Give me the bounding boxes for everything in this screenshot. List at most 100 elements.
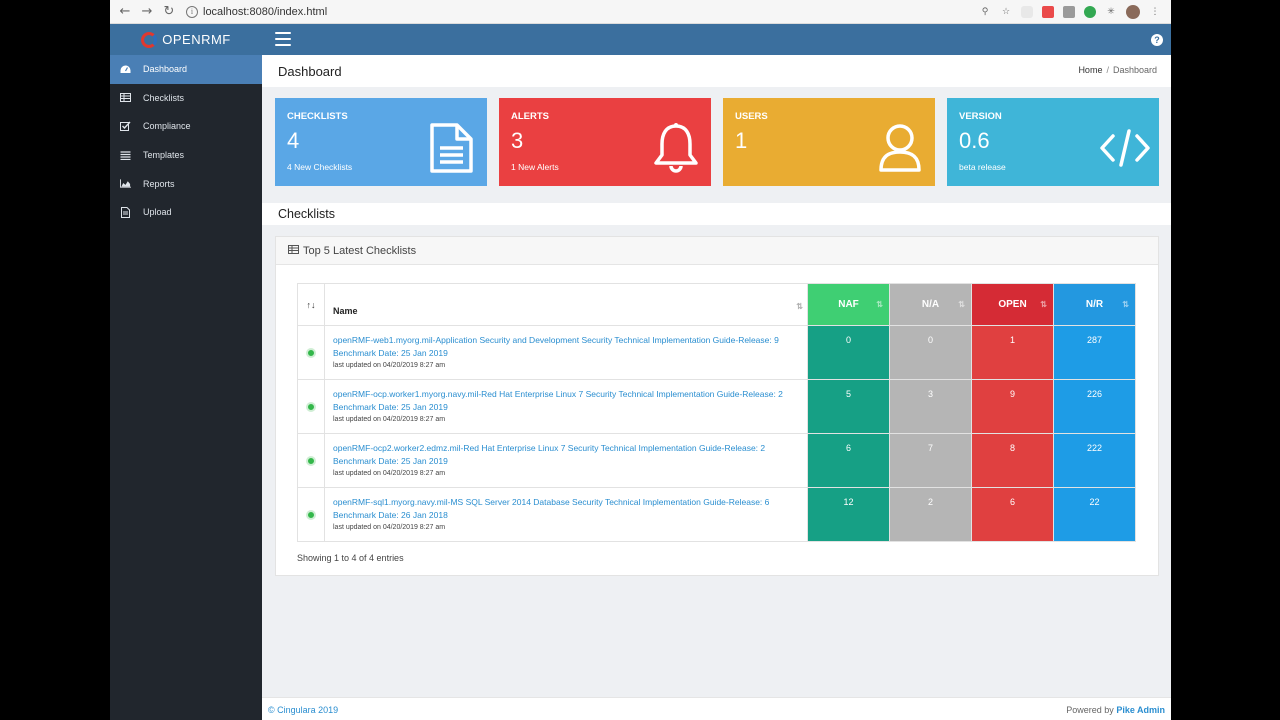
alerts-card[interactable]: ALERTS 3 1 New Alerts [499, 98, 711, 186]
naf-column-header[interactable]: NAF ⇅ [807, 283, 890, 326]
check-square-icon [120, 121, 131, 132]
sidebar-item-templates[interactable]: Templates [110, 141, 262, 170]
sort-icon[interactable]: ⇅ [1040, 300, 1047, 309]
section-header: Checklists [262, 203, 1171, 225]
sort-icon[interactable]: ⇅ [876, 300, 883, 309]
sidebar-item-checklists[interactable]: Checklists [110, 84, 262, 113]
main-content: Dashboard Home / Dashboard CHECKLISTS 4 4 … [262, 55, 1171, 720]
extension-icon[interactable] [1042, 5, 1054, 18]
nr-cell: 222 [1053, 433, 1136, 488]
table-row: openRMF-web1.myorg.mil-Application Secur… [297, 325, 1136, 380]
star-icon[interactable]: ☆ [1000, 6, 1012, 18]
brand-name: OPENRMF [162, 32, 231, 47]
column-label: N/A [921, 299, 940, 310]
expand-cell [297, 379, 325, 434]
app-logo[interactable]: OPENRMF [110, 24, 262, 55]
na-column-header[interactable]: N/A ⇅ [889, 283, 972, 326]
sidebar-item-label: Checklists [143, 92, 185, 103]
page-title: Dashboard [278, 64, 342, 79]
footer: © Cingulara 2019 Powered by Pike Admin [262, 697, 1171, 720]
info-icon[interactable]: i [186, 5, 198, 18]
sidebar-item-reports[interactable]: Reports [110, 169, 262, 198]
pike-admin-link[interactable]: Pike Admin [1116, 705, 1165, 715]
expand-row-icon[interactable] [306, 509, 316, 520]
menu-toggle-icon[interactable] [275, 32, 291, 46]
checklist-link[interactable]: openRMF-web1.myorg.mil-Application Secur… [333, 334, 807, 360]
sort-icon[interactable]: ⇅ [796, 302, 803, 311]
avatar[interactable] [1126, 4, 1140, 19]
sort-column-header[interactable]: ↑↓ [297, 283, 325, 326]
name-column-header[interactable]: Name ⇅ [324, 283, 808, 326]
open-cell: 1 [971, 325, 1054, 380]
version-card[interactable]: VERSION 0.6 beta release [947, 98, 1159, 186]
panel-title: Top 5 Latest Checklists [303, 244, 417, 257]
name-cell: openRMF-ocp2.worker2.edmz.mil-Red Hat En… [324, 433, 808, 488]
menu-icon[interactable]: ⋮ [1149, 6, 1161, 18]
url-text: localhost:8080/index.html [203, 5, 328, 18]
sidebar-item-upload[interactable]: Upload [110, 198, 262, 227]
card-title: VERSION [959, 111, 1002, 122]
forward-icon[interactable]: → [136, 2, 158, 22]
sidebar-item-label: Upload [143, 207, 172, 218]
table-info: Showing 1 to 4 of 4 entries [297, 553, 404, 563]
naf-cell: 6 [807, 433, 890, 488]
dashboard-icon [120, 64, 131, 75]
breadcrumb-separator: / [1106, 65, 1109, 75]
na-cell: 7 [889, 433, 972, 488]
reload-icon[interactable]: ↻ [158, 2, 180, 22]
sidebar-item-dashboard[interactable]: Dashboard [110, 55, 262, 84]
table-row: openRMF-ocp2.worker2.edmz.mil-Red Hat En… [297, 433, 1136, 488]
checklist-link[interactable]: openRMF-ocp.worker1.myorg.navy.mil-Red H… [333, 388, 807, 414]
nr-cell: 226 [1053, 379, 1136, 434]
sidebar-item-compliance[interactable]: Compliance [110, 112, 262, 141]
browser-toolbar: ← → ↻ i localhost:8080/index.html ⚲ ☆ ✳ … [110, 0, 1171, 24]
sidebar-item-label: Compliance [143, 121, 191, 132]
expand-row-icon[interactable] [306, 401, 316, 412]
expand-row-icon[interactable] [306, 455, 316, 466]
users-card[interactable]: USERS 1 [723, 98, 935, 186]
copyright-link[interactable]: © Cingulara 2019 [268, 705, 338, 715]
nr-column-header[interactable]: N/R ⇅ [1053, 283, 1136, 326]
nr-cell: 22 [1053, 487, 1136, 542]
checklists-panel: Top 5 Latest Checklists ↑↓ Name ⇅ NAF ⇅ [275, 236, 1159, 576]
na-cell: 2 [889, 487, 972, 542]
card-value: 3 [511, 128, 524, 153]
zoom-icon[interactable]: ⚲ [979, 6, 991, 18]
table-header-row: ↑↓ Name ⇅ NAF ⇅ N/A ⇅ OPEN ⇅ N/R ⇅ [297, 283, 1136, 326]
open-cell: 9 [971, 379, 1054, 434]
checklist-link[interactable]: openRMF-ocp2.worker2.edmz.mil-Red Hat En… [333, 442, 807, 468]
logo-icon [141, 31, 158, 48]
extension-icon[interactable] [1084, 5, 1096, 18]
section-title: Checklists [278, 207, 335, 221]
card-subtitle: 1 New Alerts [511, 162, 559, 172]
open-cell: 6 [971, 487, 1054, 542]
address-bar[interactable]: i localhost:8080/index.html [186, 5, 328, 18]
extension-icon[interactable]: ✳ [1105, 6, 1117, 18]
extension-icon[interactable] [1021, 5, 1033, 18]
sidebar-item-label: Templates [143, 150, 185, 161]
powered-by: Powered by Pike Admin [1066, 705, 1165, 715]
sort-icon[interactable]: ⇅ [1122, 300, 1129, 309]
sort-icon[interactable]: ⇅ [958, 300, 965, 309]
checklists-card[interactable]: CHECKLISTS 4 4 New Checklists [275, 98, 487, 186]
back-icon[interactable]: ← [114, 2, 136, 22]
breadcrumb-home[interactable]: Home [1078, 65, 1102, 75]
browser-window: ← → ↻ i localhost:8080/index.html ⚲ ☆ ✳ … [110, 0, 1171, 720]
expand-cell [297, 325, 325, 380]
card-title: ALERTS [511, 111, 549, 122]
card-title: CHECKLISTS [287, 111, 348, 122]
code-icon [1100, 129, 1150, 167]
name-cell: openRMF-web1.myorg.mil-Application Secur… [324, 325, 808, 380]
document-icon [430, 123, 473, 173]
open-cell: 8 [971, 433, 1054, 488]
name-cell: openRMF-ocp.worker1.myorg.navy.mil-Red H… [324, 379, 808, 434]
table-row: openRMF-ocp.worker1.myorg.navy.mil-Red H… [297, 379, 1136, 434]
file-icon [120, 206, 131, 218]
card-subtitle: 4 New Checklists [287, 162, 353, 172]
extension-icon[interactable] [1063, 5, 1075, 18]
column-label: NAF [838, 299, 859, 310]
help-icon[interactable]: ? [1151, 34, 1163, 46]
open-column-header[interactable]: OPEN ⇅ [971, 283, 1054, 326]
checklist-link[interactable]: openRMF-sql1.myorg.navy.mil-MS SQL Serve… [333, 496, 807, 522]
expand-row-icon[interactable] [306, 347, 316, 358]
